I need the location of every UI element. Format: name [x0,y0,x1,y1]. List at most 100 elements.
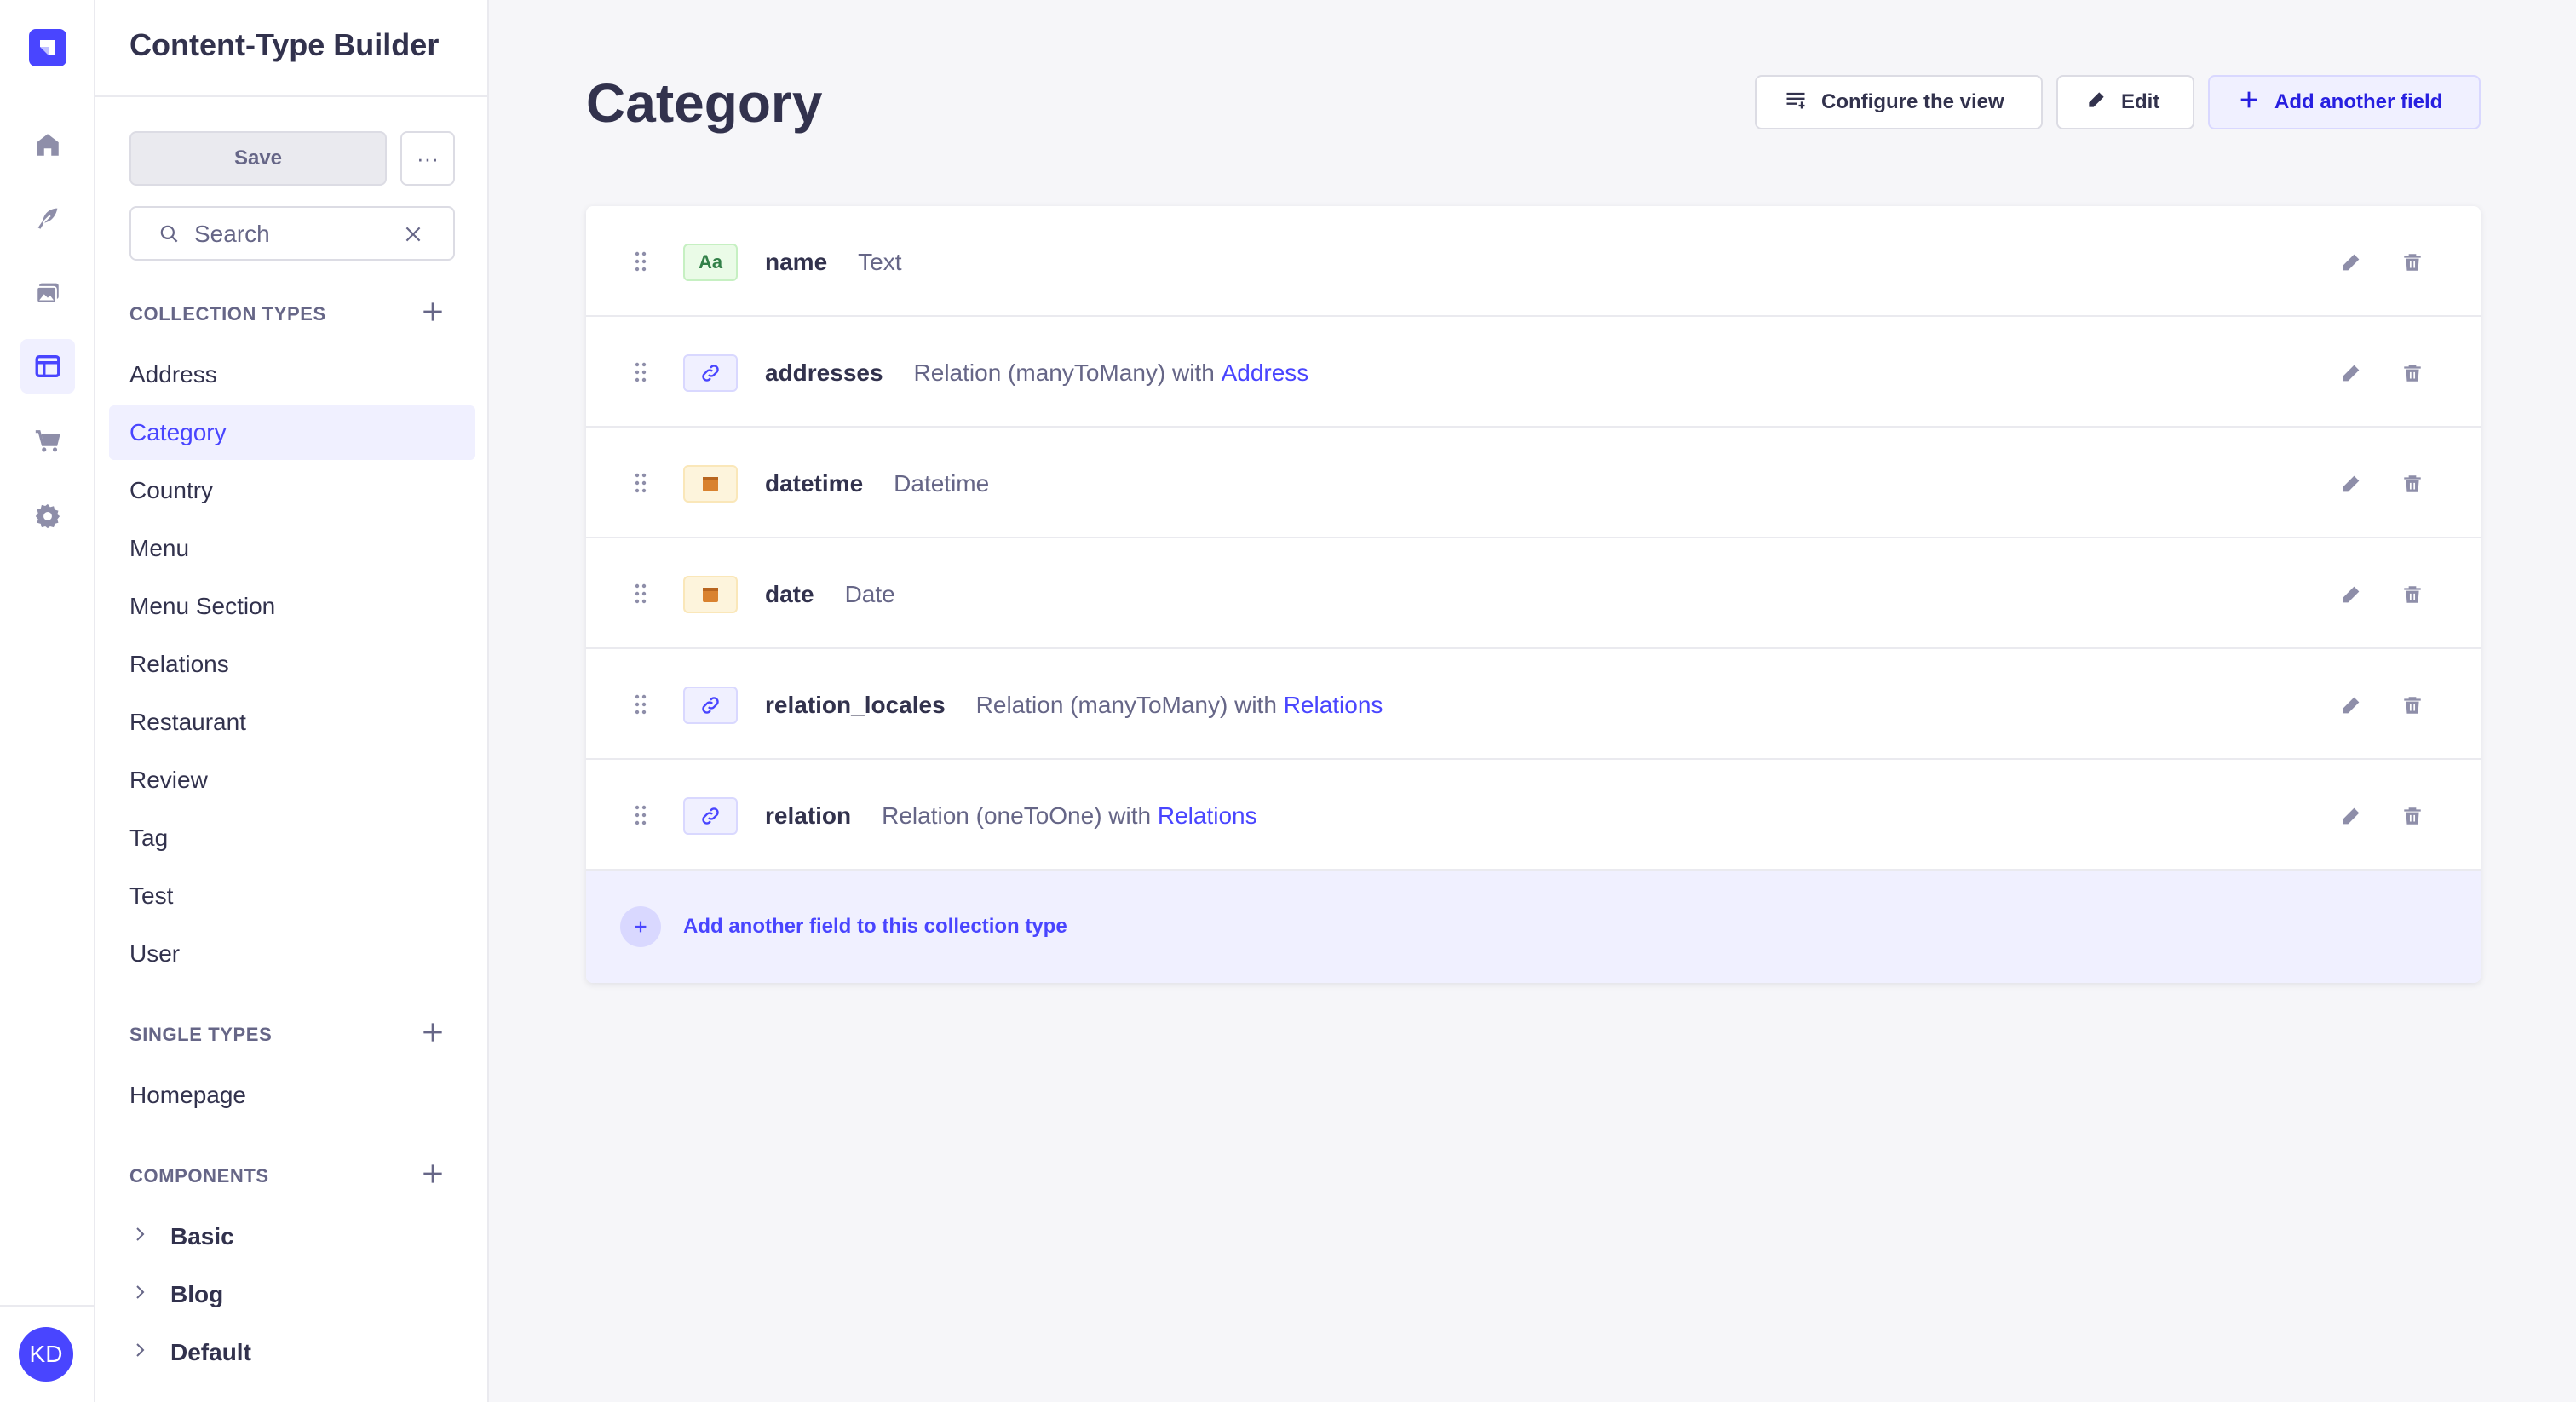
component-category-label: Default [170,1339,251,1365]
configure-view-button[interactable]: Configure the view [1755,75,2043,129]
sidebar-item-relations[interactable]: Relations [109,637,475,692]
edit-field-pencil-icon[interactable] [2336,801,2366,831]
relation-icon [683,687,738,724]
sidebar-item-review[interactable]: Review [109,753,475,807]
field-description: relation Relation (oneToOne) with Relatio… [765,797,1257,835]
field-row-relation-locales: relation_locales Relation (manyToMany) wi… [586,649,2481,760]
field-type: Date [844,581,895,607]
delete-field-trash-icon[interactable] [2397,358,2428,388]
drag-handle-icon[interactable] [634,692,647,721]
fields-table: Aa name Text addresses Relation (manyToMan… [586,206,2481,983]
sidebar-item-restaurant[interactable]: Restaurant [109,695,475,750]
ellipsis-icon: ··· [417,145,439,171]
add-single-type-icon[interactable] [419,1019,446,1046]
drag-handle-icon[interactable] [634,360,647,388]
sidebar-item-menu[interactable]: Menu [109,521,475,576]
plus-icon [2237,88,2261,118]
media-library-icon[interactable] [20,266,75,320]
add-component-icon[interactable] [419,1160,446,1187]
edit-button[interactable]: Edit [2056,75,2194,129]
sidebar-item-category[interactable]: Category [109,405,475,460]
chevron-right-icon [129,1267,170,1322]
drag-handle-icon[interactable] [634,471,647,499]
add-another-field-button[interactable]: Add another field [2208,75,2481,129]
sidebar-item-homepage[interactable]: Homepage [109,1068,475,1123]
field-description: addresses Relation (manyToMany) with Addr… [765,354,1308,392]
field-type: Relation (manyToMany) with [913,359,1215,386]
delete-field-trash-icon[interactable] [2397,690,2428,721]
component-category-label: Blog [170,1281,224,1307]
field-name: relation_locales [765,692,946,718]
drag-handle-icon[interactable] [634,250,647,278]
delete-field-trash-icon[interactable] [2397,247,2428,278]
sidebar-item-basic[interactable]: Basic [129,1210,234,1264]
field-row-addresses: addresses Relation (manyToMany) with Addr… [586,317,2481,428]
sidebar-item-menu-section[interactable]: Menu Section [109,579,475,634]
content-type-builder-sidebar: Content-Type Builder Save ··· COLLECTION… [95,0,489,1402]
plus-circle-icon [620,906,661,947]
sidebar-item-tag[interactable]: Tag [109,811,475,865]
sidebar-item-address[interactable]: Address [109,348,475,402]
delete-field-trash-icon[interactable] [2397,579,2428,610]
page-title: Category [586,72,823,134]
sidebar-title: Content-Type Builder [129,27,440,62]
relation-target-link[interactable]: Relations [1284,692,1383,718]
calendar-icon [683,576,738,613]
components-heading: COMPONENTS [129,1165,269,1187]
edit-field-pencil-icon[interactable] [2336,468,2366,499]
chevron-right-icon [129,1325,170,1380]
field-description: datetime Datetime [765,465,989,503]
field-row-relation: relation Relation (oneToOne) with Relatio… [586,760,2481,871]
rail-divider [0,1305,95,1307]
close-icon[interactable] [402,223,424,250]
field-type: Text [858,249,902,275]
field-type: Relation (oneToOne) with [882,802,1152,829]
search-input[interactable] [194,218,390,250]
field-row-name: Aa name Text [586,206,2481,317]
delete-field-trash-icon[interactable] [2397,468,2428,499]
field-row-date: date Date [586,538,2481,649]
field-row-datetime: datetime Datetime [586,428,2481,538]
field-type: Relation (manyToMany) with [975,692,1277,718]
sidebar-item-country[interactable]: Country [109,463,475,518]
field-description: relation_locales Relation (manyToMany) wi… [765,687,1383,724]
sidebar-item-test[interactable]: Test [109,869,475,923]
gear-icon[interactable] [20,489,75,543]
relation-target-link[interactable]: Address [1222,359,1309,386]
relation-target-link[interactable]: Relations [1158,802,1257,829]
layout-icon[interactable] [20,339,75,394]
drag-handle-icon[interactable] [634,803,647,831]
edit-field-pencil-icon[interactable] [2336,247,2366,278]
avatar[interactable]: KD [19,1327,73,1382]
delete-field-trash-icon[interactable] [2397,801,2428,831]
collection-types-heading: COLLECTION TYPES [129,303,326,325]
field-name: relation [765,802,852,829]
search-icon [158,223,181,250]
sidebar-item-default[interactable]: Default [129,1325,251,1380]
feather-icon[interactable] [20,191,75,245]
edit-field-pencil-icon[interactable] [2336,690,2366,721]
sidebar-item-user[interactable]: User [109,927,475,981]
single-types-heading: SINGLE TYPES [129,1024,273,1045]
chevron-right-icon [129,1210,170,1264]
home-icon[interactable] [20,118,75,172]
field-name: datetime [765,470,864,497]
sidebar-item-blog[interactable]: Blog [129,1267,223,1322]
text-icon: Aa [683,244,738,281]
field-type: Datetime [894,470,990,497]
add-collection-type-icon[interactable] [419,298,446,325]
component-category-label: Basic [170,1223,234,1250]
add-field-to-collection-label: Add another field to this collection typ… [683,915,1067,938]
cart-icon[interactable] [20,414,75,468]
field-description: name Text [765,244,902,281]
edit-field-pencil-icon[interactable] [2336,579,2366,610]
more-options-button[interactable]: ··· [400,131,455,186]
search-box [129,206,455,261]
edit-field-pencil-icon[interactable] [2336,358,2366,388]
save-button[interactable]: Save [129,131,387,186]
field-name: addresses [765,359,883,386]
drag-handle-icon[interactable] [634,582,647,610]
strapi-logo-icon[interactable] [29,29,66,66]
add-field-to-collection-button[interactable]: Add another field to this collection typ… [586,871,2481,983]
sidebar-divider [95,95,487,97]
